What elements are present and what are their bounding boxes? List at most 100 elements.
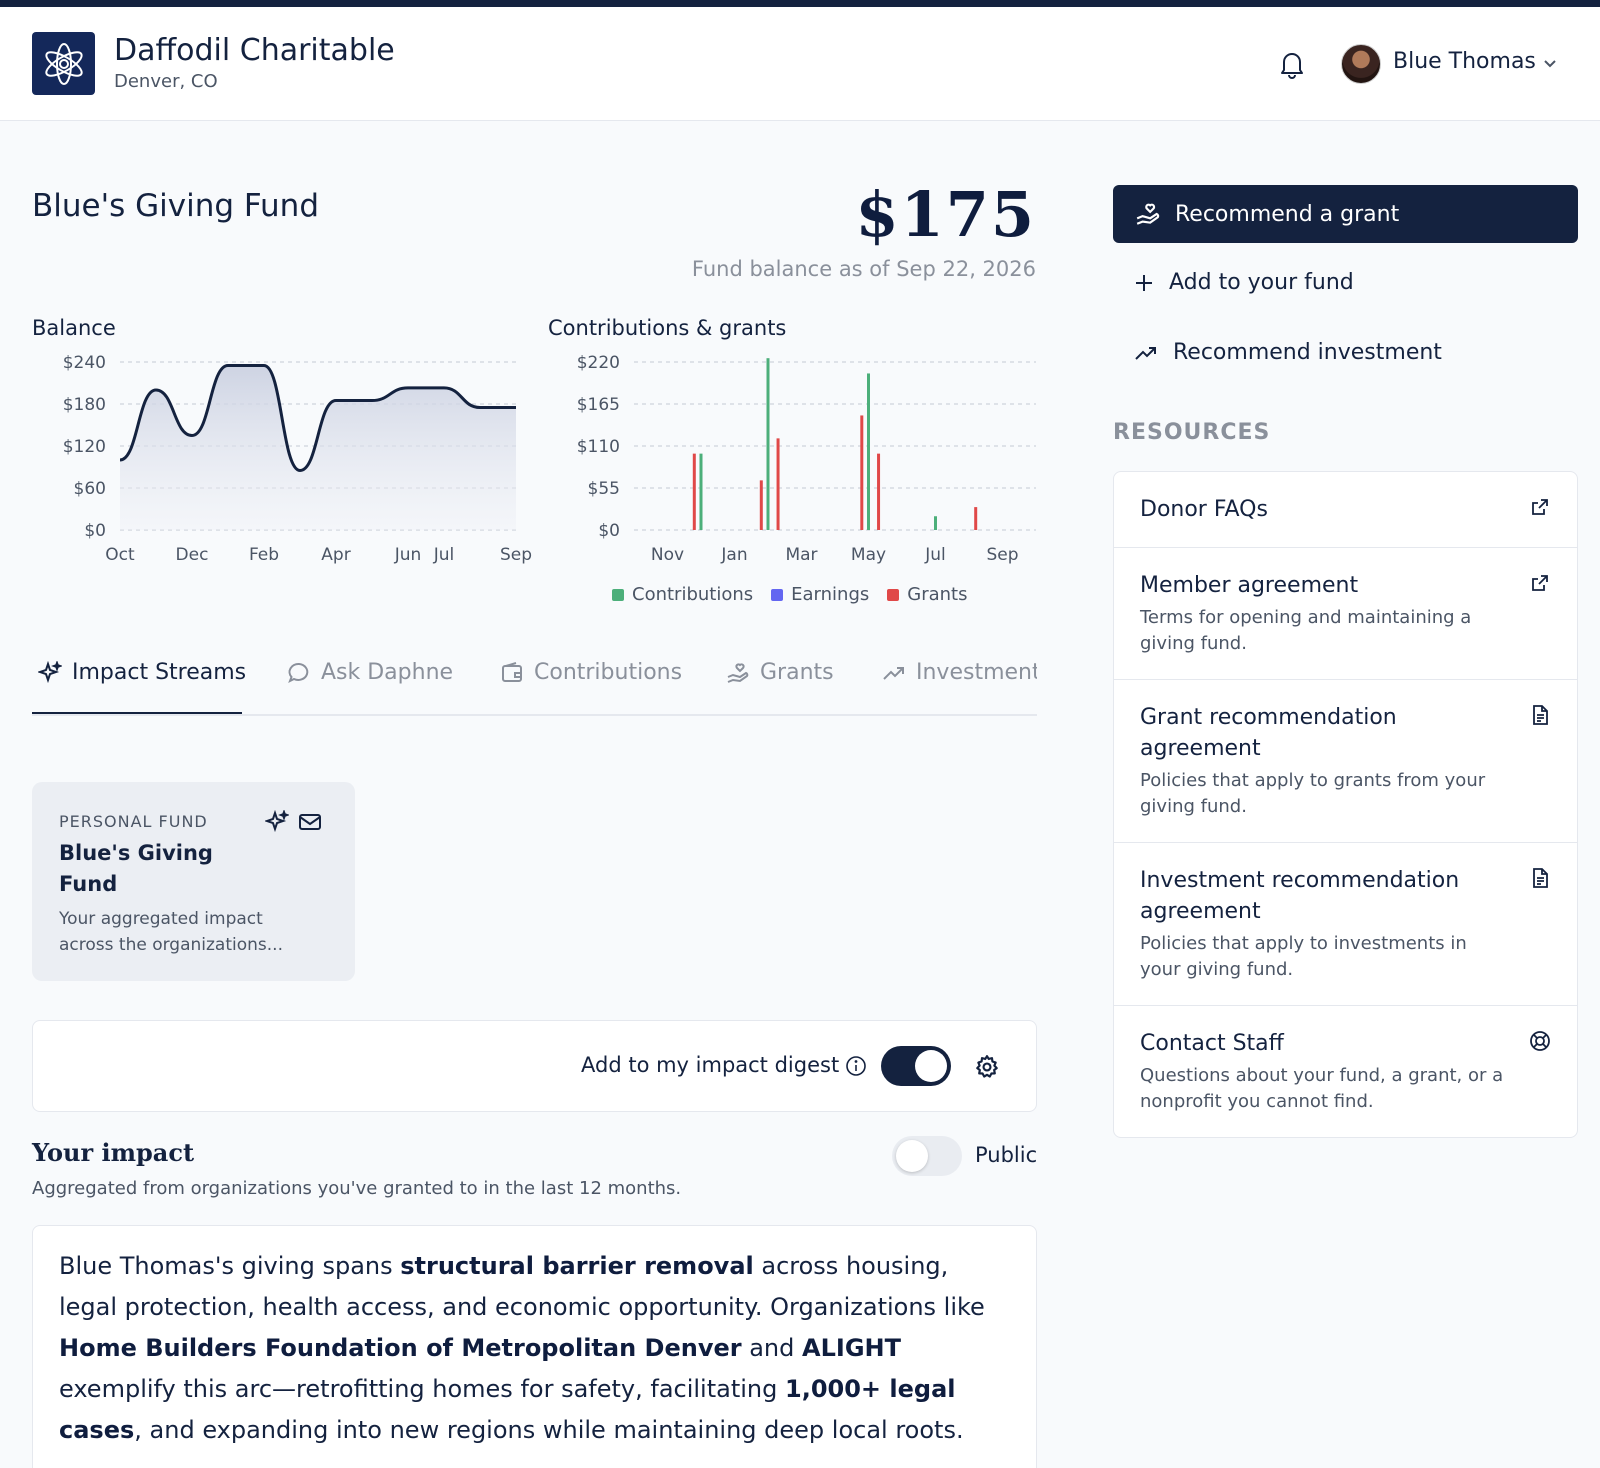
contrib-y-tick: $165	[577, 395, 620, 415]
tab-contributions[interactable]: Contributions	[500, 660, 682, 685]
tab-impact-streams[interactable]: Impact Streams	[38, 660, 246, 685]
resource-item[interactable]: Member agreement Terms for opening and ma…	[1114, 548, 1577, 680]
org-logo[interactable]	[32, 32, 95, 95]
impact-highlight: ALIGHT	[802, 1334, 901, 1362]
info-icon[interactable]	[845, 1055, 867, 1077]
toggle-knob	[915, 1050, 947, 1082]
legend-earnings: Earnings	[771, 584, 869, 605]
contrib-x-tick: Jul	[924, 545, 946, 565]
fund-card-label: PERSONAL FUND	[59, 812, 208, 831]
contrib-y-tick: $55	[588, 479, 620, 499]
resource-title: Contact Staff	[1140, 1031, 1284, 1056]
balance-chart-title: Balance	[32, 316, 116, 340]
external-link-icon[interactable]	[1529, 572, 1551, 594]
sparkles-icon	[38, 660, 62, 683]
fund-card-name: Blue's Giving Fund	[59, 841, 213, 896]
tab-ask-daphne[interactable]: Ask Daphne	[287, 660, 453, 685]
mail-icon[interactable]	[298, 812, 322, 832]
bar-grants	[776, 438, 780, 530]
sparkles-icon[interactable]	[265, 810, 289, 834]
fund-card-description: Your aggregated impact across the organi…	[59, 909, 283, 955]
resource-title: Member agreement	[1140, 573, 1359, 598]
flower-logo-icon	[44, 42, 83, 85]
external-link-icon[interactable]	[1529, 496, 1551, 518]
resource-item[interactable]: Grant recommendation agreement Policies t…	[1114, 680, 1577, 843]
balance-area	[120, 365, 516, 530]
recommend-grant-button[interactable]: Recommend a grant	[1113, 185, 1578, 243]
contrib-x-tick: Sep	[986, 545, 1018, 565]
resource-title: Grant recommendation agreement	[1140, 705, 1397, 761]
gear-icon[interactable]	[974, 1054, 1000, 1080]
trend-up-icon	[1135, 346, 1156, 360]
impact-summary-text: Blue Thomas's giving spans structural ba…	[59, 1246, 1009, 1451]
active-tab-indicator	[32, 712, 242, 714]
fund-balance: $175	[855, 178, 1036, 251]
contrib-x-tick: Jan	[720, 545, 747, 565]
impact-text-segment: and	[741, 1334, 803, 1362]
resource-description: Policies that apply to investments in yo…	[1140, 933, 1467, 980]
balance-y-tick: $180	[63, 395, 106, 415]
resources-list: Donor FAQs Member agreement Terms for open…	[1113, 471, 1578, 1138]
resource-description: Policies that apply to grants from your …	[1140, 770, 1486, 817]
impact-digest-toggle[interactable]	[881, 1046, 951, 1086]
contrib-x-tick: May	[851, 545, 886, 565]
public-label: Public	[975, 1143, 1038, 1167]
balance-chart: $240 $180 $120 $60 $0 Oct Dec Feb Apr Jun Jul Sep	[63, 353, 532, 565]
bar-grants	[759, 480, 763, 530]
resource-description: Terms for opening and maintaining a givi…	[1140, 607, 1472, 654]
contrib-chart: $220 $165 $110 $55 $0 Nov Jan Mar May Jul Sep	[577, 353, 1036, 565]
balance-x-tick: Feb	[249, 545, 279, 565]
resources-heading: RESOURCES	[1113, 420, 1271, 445]
balance-x-tick: Oct	[105, 545, 135, 565]
personal-fund-card[interactable]: PERSONAL FUND Blue's Giving Fund Your ag…	[32, 782, 355, 981]
trend-up-icon	[883, 666, 904, 680]
avatar[interactable]	[1341, 44, 1381, 84]
contrib-chart-legend: Contributions Earnings Grants	[612, 584, 967, 605]
impact-text-segment: exemplify this arc—retrofitting homes fo…	[59, 1375, 785, 1403]
chevron-down-icon[interactable]	[1543, 59, 1557, 69]
impact-digest-bar: Add to my impact digest	[32, 1020, 1037, 1112]
tab-investments[interactable]: Investments	[882, 660, 1037, 685]
bar-grants	[860, 415, 864, 530]
chat-bubble-icon	[288, 662, 309, 683]
org-name: Daffodil Charitable	[114, 33, 395, 68]
resource-item[interactable]: Donor FAQs	[1114, 472, 1577, 548]
resource-item[interactable]: Investment recommendation agreement Polic…	[1114, 843, 1577, 1006]
add-to-fund-link[interactable]: Add to your fund	[1133, 270, 1354, 295]
fund-tabs: Impact Streams Ask Daphne Contributions …	[32, 640, 1037, 716]
hand-heart-icon	[1136, 203, 1160, 225]
plus-icon	[1136, 274, 1152, 291]
balance-x-tick: Apr	[321, 545, 350, 565]
top-accent-stripe	[0, 0, 1600, 7]
your-impact-title: Your impact	[32, 1138, 195, 1167]
legend-contributions: Contributions	[612, 584, 753, 605]
public-toggle[interactable]	[892, 1136, 962, 1176]
your-impact-subtitle: Aggregated from organizations you've gra…	[32, 1178, 682, 1199]
impact-highlight: structural barrier removal	[400, 1252, 754, 1280]
impact-digest-label: Add to my impact digest	[581, 1053, 840, 1077]
contrib-y-tick: $0	[598, 521, 620, 541]
resource-item[interactable]: Contact Staff Questions about your fund, …	[1114, 1006, 1577, 1137]
user-name[interactable]: Blue Thomas	[1393, 49, 1536, 74]
contrib-y-tick: $220	[577, 353, 620, 373]
bell-icon[interactable]	[1278, 49, 1306, 79]
toggle-knob	[896, 1140, 928, 1172]
balance-x-tick: Jun	[394, 545, 422, 565]
bar-contributions	[867, 373, 870, 530]
lifebuoy-icon[interactable]	[1529, 1030, 1551, 1052]
bar-contributions	[766, 358, 770, 530]
contrib-y-tick: $110	[577, 437, 620, 457]
balance-y-tick: $0	[84, 521, 106, 541]
fund-balance-caption: Fund balance as of Sep 22, 2026	[691, 257, 1036, 281]
fund-title: Blue's Giving Fund	[32, 188, 320, 224]
impact-text-segment: Blue Thomas's giving spans	[59, 1252, 401, 1280]
balance-y-tick: $60	[74, 479, 106, 499]
bar-contributions	[699, 453, 703, 530]
resource-title: Investment recommendation agreement	[1140, 868, 1460, 924]
recommend-investment-link[interactable]: Recommend investment	[1133, 340, 1442, 365]
document-icon[interactable]	[1529, 704, 1551, 726]
balance-x-tick: Sep	[500, 545, 532, 565]
document-icon[interactable]	[1529, 867, 1551, 889]
contrib-x-tick: Mar	[785, 545, 817, 565]
tab-grants[interactable]: Grants	[726, 660, 834, 685]
